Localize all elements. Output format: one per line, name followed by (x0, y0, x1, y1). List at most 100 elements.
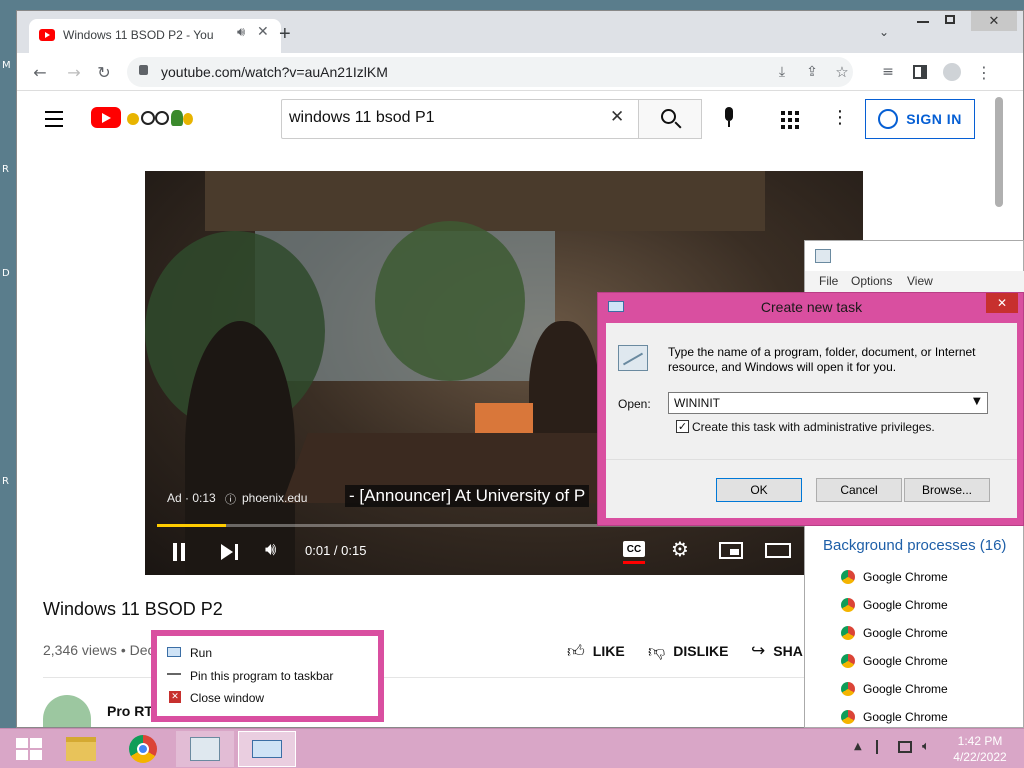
network-icon[interactable] (898, 741, 912, 753)
address-bar[interactable]: youtube.com/watch?v=auAn21IzlKM ⤓ ⇪ ☆ (127, 57, 853, 87)
taskbar: ▲ 🔈︎ 1:42 PM 4/22/2022 (0, 728, 1024, 768)
process-row[interactable]: Google Chrome (841, 567, 948, 587)
channel-avatar[interactable] (43, 695, 91, 727)
menu-view[interactable]: View (907, 274, 933, 288)
cancel-button[interactable]: Cancel (816, 478, 902, 502)
maximize-icon[interactable] (945, 15, 955, 24)
pause-icon[interactable] (181, 543, 185, 561)
sign-in-button[interactable]: SIGN IN (865, 99, 975, 139)
minimize-icon[interactable] (917, 21, 929, 23)
new-tab-button[interactable]: + (279, 23, 291, 46)
captions-button[interactable]: CC (623, 541, 645, 557)
process-row[interactable]: Google Chrome (841, 707, 948, 727)
url-text[interactable]: youtube.com/watch?v=auAn21IzlKM (161, 64, 388, 80)
ok-button[interactable]: OK (716, 478, 802, 502)
apps-grid-icon[interactable] (781, 111, 799, 129)
tab-search-chevron-icon[interactable]: ⌄ (879, 25, 889, 39)
browser-toolbar: ← → ↻ youtube.com/watch?v=auAn21IzlKM ⤓ … (17, 53, 1023, 91)
lock-icon (139, 65, 148, 75)
open-combobox[interactable]: WININIT ▼ (668, 392, 988, 414)
browser-tab[interactable]: Windows 11 BSOD P2 - YouT 🔊︎ ✕ (29, 19, 281, 53)
process-row[interactable]: Google Chrome (841, 595, 948, 615)
progress-fill (157, 524, 227, 527)
menu-file[interactable]: File (819, 274, 838, 288)
back-arrow-icon[interactable]: ← (29, 61, 51, 83)
account-circle-icon (878, 109, 899, 129)
view-count: 2,346 views • Dec (43, 642, 155, 658)
clock-time[interactable]: 1:42 PM (950, 734, 1010, 748)
install-icon[interactable]: ⤓ (771, 61, 793, 83)
menu-item-close-window[interactable]: Close window (190, 691, 264, 705)
volume-muted-icon[interactable]: 🔈︎ (922, 739, 930, 754)
share-icon[interactable]: ⇪ (801, 61, 823, 83)
clock-date[interactable]: 4/22/2022 (950, 750, 1010, 764)
miniplayer-icon[interactable] (719, 542, 743, 559)
start-button[interactable] (0, 731, 58, 767)
process-name: Google Chrome (863, 598, 948, 612)
chrome-menu-icon[interactable]: ⋮ (973, 61, 995, 83)
sign-in-label: SIGN IN (906, 111, 962, 127)
menu-item-run[interactable]: Run (190, 646, 212, 660)
video-frame-ceiling (205, 171, 765, 231)
windows-logo-icon (16, 738, 42, 760)
process-row[interactable]: Google Chrome (841, 679, 948, 699)
menu-item-pin[interactable]: Pin this program to taskbar (190, 669, 333, 683)
volume-icon[interactable]: 🔊︎ (265, 539, 276, 560)
dialog-titlebar: Create new task ✕ (598, 293, 1024, 321)
youtube-favicon-icon (39, 29, 55, 41)
audio-playing-icon[interactable]: 🔊︎ (237, 25, 245, 40)
tab-close-icon[interactable]: ✕ (257, 24, 269, 40)
open-input[interactable]: WININIT (674, 396, 720, 410)
info-icon[interactable]: ⓘ (225, 491, 236, 507)
reload-icon[interactable]: ↻ (93, 61, 115, 83)
next-bar (235, 544, 238, 560)
youtube-logo-icon[interactable] (91, 107, 121, 128)
taskbar-task-manager[interactable] (176, 731, 234, 767)
taskbar-run[interactable] (238, 731, 296, 767)
media-control-icon[interactable]: ≡ (877, 61, 899, 83)
settings-gear-icon[interactable]: ⚙ (671, 537, 689, 561)
next-icon[interactable] (221, 544, 233, 560)
profile-avatar-icon[interactable] (941, 61, 963, 83)
clear-search-icon[interactable]: ✕ (610, 107, 624, 127)
run-icon (252, 740, 282, 758)
dialog-close-icon[interactable]: ✕ (986, 293, 1018, 313)
ad-label: Ad · 0:13 (167, 491, 216, 505)
doodle-logo-icon[interactable] (125, 107, 195, 129)
thumbs-up-icon: 👍︎ (567, 641, 585, 662)
ad-domain-link[interactable]: phoenix.edu (242, 491, 307, 505)
hamburger-menu-icon[interactable] (45, 111, 63, 127)
close-window-icon[interactable]: ✕ (971, 11, 1017, 31)
admin-checkbox[interactable]: ✓ (676, 420, 689, 433)
task-manager-menubar: File Options View (805, 271, 1024, 293)
page-scrollbar[interactable] (995, 97, 1003, 207)
chrome-icon (841, 598, 855, 612)
taskbar-chrome[interactable] (114, 731, 172, 767)
action-center-flag-icon[interactable] (876, 740, 888, 754)
browse-button[interactable]: Browse... (904, 478, 990, 502)
open-label: Open: (618, 397, 651, 411)
search-box[interactable]: windows 11 bsod P1 ✕ (281, 99, 639, 139)
chrome-icon (841, 626, 855, 640)
like-button[interactable]: 👍︎ LIKE (567, 639, 647, 663)
search-input[interactable]: windows 11 bsod P1 (289, 109, 435, 127)
taskbar-file-explorer[interactable] (52, 731, 110, 767)
menu-options[interactable]: Options (851, 274, 892, 288)
pause-icon[interactable] (173, 543, 177, 561)
theater-mode-icon[interactable] (765, 543, 791, 558)
show-hidden-icons-icon[interactable]: ▲ (854, 741, 862, 752)
dialog-button-row: OK Cancel Browse... (606, 459, 1017, 518)
bookmark-star-icon[interactable]: ☆ (831, 61, 853, 83)
dislike-button[interactable]: 👎︎ DISLIKE (648, 639, 758, 663)
process-row[interactable]: Google Chrome (841, 651, 948, 671)
dropdown-arrow-icon[interactable]: ▼ (973, 396, 981, 407)
settings-dots-icon[interactable]: ⋮ (831, 107, 849, 128)
search-button[interactable] (638, 99, 702, 139)
desktop-icon-label: R (2, 476, 9, 487)
chrome-icon (841, 682, 855, 696)
process-name: Google Chrome (863, 570, 948, 584)
side-panel-icon[interactable] (909, 61, 931, 83)
process-row[interactable]: Google Chrome (841, 623, 948, 643)
forward-arrow-icon[interactable]: → (63, 61, 85, 83)
microphone-icon[interactable] (723, 107, 735, 131)
